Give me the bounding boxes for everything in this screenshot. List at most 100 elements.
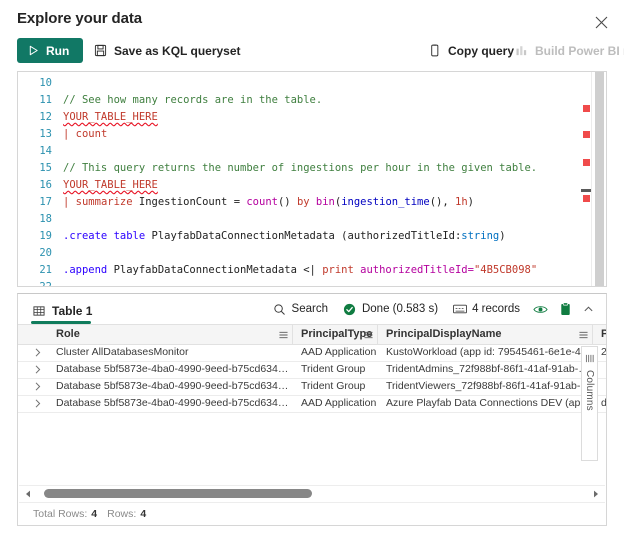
table-row[interactable]: Database 5bf5873e-4ba0-4990-9eed-b75cd63…	[18, 361, 606, 379]
editor-line-text[interactable]: // See how many records are in the table…	[63, 92, 322, 109]
editor-line-text[interactable]: YOUR_TABLE_HERE	[63, 177, 158, 194]
tab-table-1[interactable]: Table 1	[31, 298, 92, 323]
results-panel: Table 1 Search	[17, 293, 607, 526]
table-icon	[31, 303, 46, 318]
editor-error-marker[interactable]	[583, 195, 590, 202]
scroll-right-arrow-icon[interactable]	[591, 489, 601, 498]
table-cell[interactable]: Trident Group	[293, 361, 378, 378]
table-cell[interactable]: TridentViewers_72f988bf-86f1-41af-91ab-2…	[378, 378, 593, 395]
clipboard-green-icon[interactable]	[554, 297, 577, 321]
build-power-bi-report-button[interactable]: Build Power BI report	[510, 38, 624, 63]
explore-your-data-dialog: Explore your data Run Save as KQL querys…	[0, 0, 624, 541]
table-cell[interactable]: Database 5bf5873e-4ba0-4990-9eed-b75cd63…	[48, 395, 293, 412]
columns-panel-label: Columns	[584, 370, 595, 411]
rows-value: 4	[140, 508, 146, 520]
table-row[interactable]: Database 5bf5873e-4ba0-4990-9eed-b75cd63…	[18, 378, 606, 396]
total-rows-value: 4	[91, 508, 97, 520]
editor-scroll-thumb[interactable]	[595, 72, 604, 286]
editor-error-marker[interactable]	[583, 105, 590, 112]
close-icon[interactable]	[588, 9, 614, 35]
eye-icon[interactable]	[527, 297, 554, 321]
query-status: Done (0.583 s)	[335, 297, 445, 321]
copy-clipboard-icon	[427, 43, 442, 58]
total-rows-label: Total Rows:	[33, 508, 87, 520]
run-button[interactable]: Run	[17, 38, 83, 63]
editor-line-number: 18	[18, 211, 52, 228]
columns-side-panel[interactable]: Columns	[581, 346, 598, 461]
results-toolbar: Table 1 Search	[18, 294, 606, 324]
dialog-header: Explore your data	[0, 0, 624, 40]
table-cell[interactable]: Database 5bf5873e-4ba0-4990-9eed-b75cd63…	[48, 378, 293, 395]
editor-line-text[interactable]: .create table PlayfabDataConnectionMetad…	[63, 228, 506, 245]
rows-label: Rows:	[107, 508, 136, 520]
editor-line-number: 21	[18, 262, 52, 279]
editor-line-text[interactable]: | count	[63, 126, 107, 143]
query-status-label: Done (0.583 s)	[362, 303, 438, 315]
grid-column-header[interactable]: Role	[48, 325, 293, 344]
editor-line-number: 14	[18, 143, 52, 160]
chevron-right-icon[interactable]	[31, 378, 45, 395]
editor-line-number: 19	[18, 228, 52, 245]
table-cell[interactable]: TridentAdmins_72f988bf-86f1-41af-91ab-2d…	[378, 361, 593, 378]
copy-query-button[interactable]: Copy query	[423, 38, 518, 63]
editor-line-text[interactable]: .append PlayfabDataConnectionMetadata <|…	[63, 262, 537, 279]
play-icon	[26, 43, 41, 58]
editor-line-number: 11	[18, 92, 52, 109]
editor-error-marker[interactable]	[583, 159, 590, 166]
editor-error-marker[interactable]	[583, 131, 590, 138]
editor-line-text[interactable]: // This query returns the number of inge…	[63, 160, 537, 177]
grid-header-row: RolePrincipalTypePrincipalDisplayNamePri…	[18, 324, 606, 345]
table-cell[interactable]: AAD Application	[293, 344, 378, 361]
editor-line-number: 20	[18, 245, 52, 262]
table-cell[interactable]: AAD Application	[293, 395, 378, 412]
grid-column-header[interactable]: PrincipalObjectId	[593, 325, 606, 344]
chevron-right-icon[interactable]	[31, 361, 45, 378]
table-row[interactable]: Cluster AllDatabasesMonitorAAD Applicati…	[18, 344, 606, 362]
search-label: Search	[292, 303, 328, 315]
editor-line-number: 15	[18, 160, 52, 177]
tab-table-1-label: Table 1	[52, 304, 92, 318]
save-as-kql-queryset-button[interactable]: Save as KQL queryset	[89, 38, 245, 63]
grid-column-header[interactable]: PrincipalDisplayName	[378, 325, 593, 344]
editor-code-area[interactable]: 1011 // See how many records are in the t…	[18, 72, 606, 286]
save-disk-icon	[93, 43, 108, 58]
copy-query-label: Copy query	[448, 44, 514, 58]
editor-line-text[interactable]: YOUR_TABLE_HERE	[63, 109, 158, 126]
records-icon	[452, 302, 467, 317]
editor-line-number: 12	[18, 109, 52, 126]
editor-line-number: 17	[18, 194, 52, 211]
editor-vertical-scrollbar[interactable]	[591, 72, 606, 286]
command-bar: Run Save as KQL queryset Copy query	[0, 38, 624, 68]
scroll-left-arrow-icon[interactable]	[23, 489, 33, 498]
editor-line-number: 10	[18, 75, 52, 92]
grid-hscroll-thumb[interactable]	[44, 489, 312, 498]
records-count-label: 4 records	[472, 303, 520, 315]
chevron-up-icon[interactable]	[577, 297, 600, 321]
columns-grip-icon	[582, 351, 597, 366]
table-cell[interactable]: Trident Group	[293, 378, 378, 395]
search-icon	[272, 302, 287, 317]
chevron-right-icon[interactable]	[31, 344, 45, 361]
power-bi-chart-icon	[514, 43, 529, 58]
save-as-kql-queryset-label: Save as KQL queryset	[114, 44, 241, 58]
table-cell[interactable]: KustoWorkload (app id: 79545461-6e1e-42e…	[378, 344, 593, 361]
table-row[interactable]: Database 5bf5873e-4ba0-4990-9eed-b75cd63…	[18, 395, 606, 413]
build-power-bi-report-label: Build Power BI report	[535, 44, 624, 58]
search-button[interactable]: Search	[265, 297, 335, 321]
editor-line-number: 16	[18, 177, 52, 194]
chevron-right-icon[interactable]	[31, 395, 45, 412]
check-circle-icon	[342, 302, 357, 317]
column-menu-icon[interactable]	[362, 328, 374, 341]
table-cell[interactable]: Azure Playfab Data Connections DEV (app …	[378, 395, 593, 412]
editor-line-number: 22	[18, 279, 52, 286]
grid-status-bar: Total Rows: 4 Rows: 4	[19, 502, 605, 524]
grid-horizontal-scrollbar[interactable]	[19, 485, 605, 501]
editor-line-text[interactable]: | summarize IngestionCount = count() by …	[63, 194, 474, 211]
page-title: Explore your data	[17, 10, 142, 27]
table-cell[interactable]: Database 5bf5873e-4ba0-4990-9eed-b75cd63…	[48, 361, 293, 378]
kql-query-editor[interactable]: 1011 // See how many records are in the t…	[17, 71, 607, 287]
column-menu-icon[interactable]	[577, 328, 589, 341]
table-cell[interactable]: Cluster AllDatabasesMonitor	[48, 344, 293, 361]
column-menu-icon[interactable]	[277, 328, 289, 341]
editor-line-number: 13	[18, 126, 52, 143]
